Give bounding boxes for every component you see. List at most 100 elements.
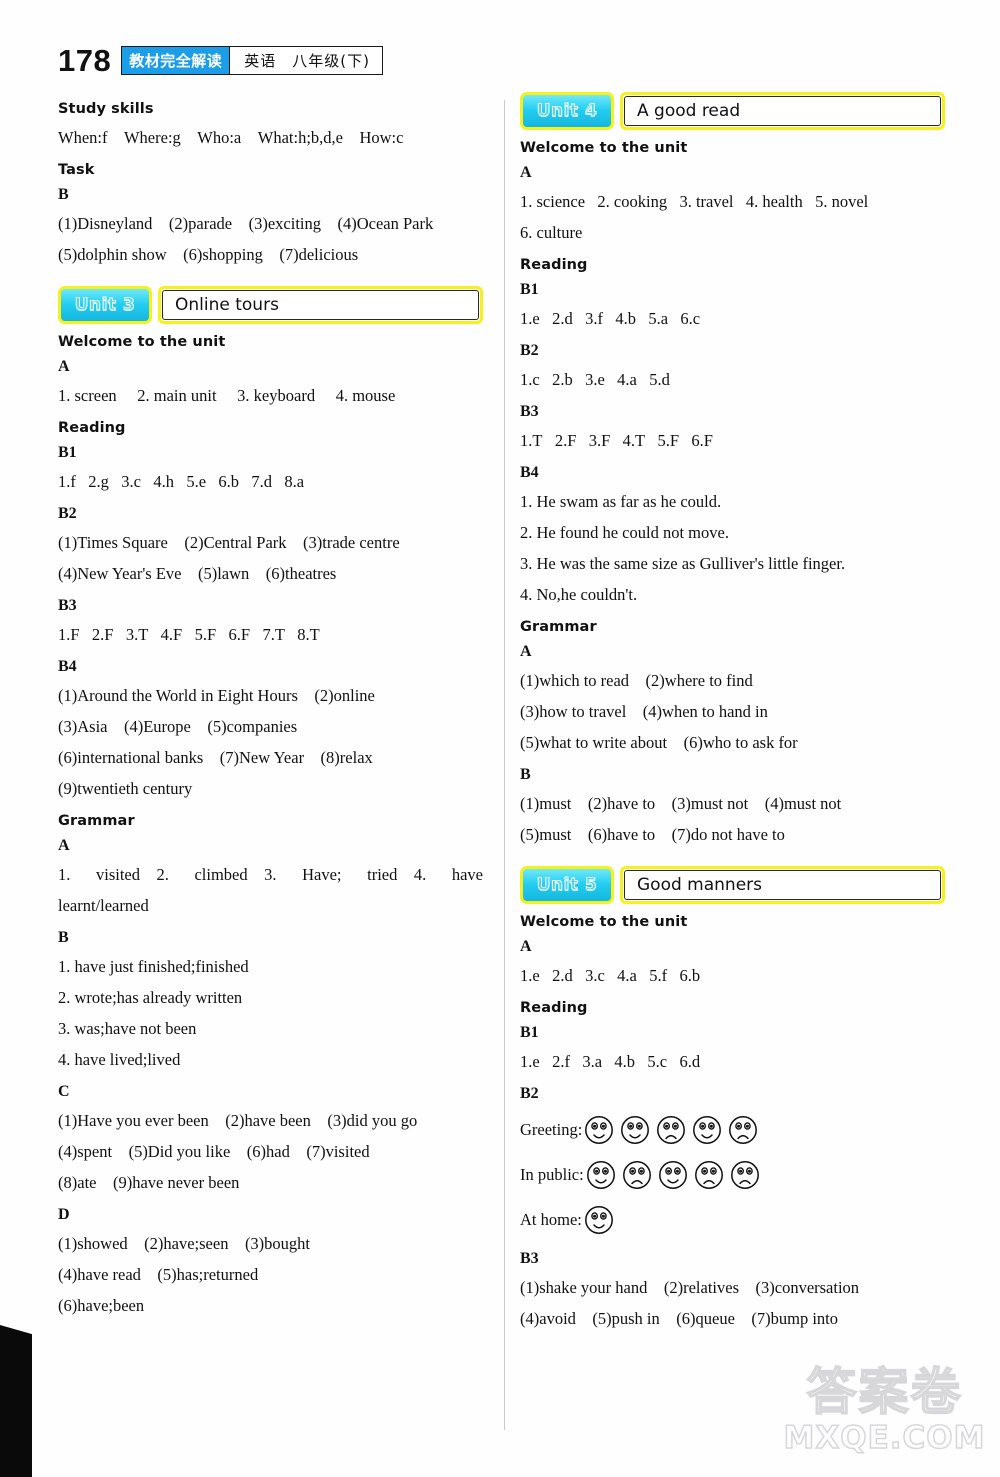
unit4-title-box: A good read: [620, 92, 945, 130]
unit3-badge: Unit 3: [58, 286, 152, 324]
face-group: [586, 1160, 760, 1190]
unit4-b4-line: 4. No,he couldn't.: [520, 585, 638, 604]
heading-study-skills: Study skills: [58, 101, 154, 117]
unit3-b4-line: (3)Asia (4)Europe (5)companies: [58, 717, 298, 736]
happy-face-icon: [586, 1160, 615, 1189]
unit3-grammar-b-line: 4. have lived;lived: [58, 1050, 181, 1069]
unit3-grammar-c-line: (1)Have you ever been (2)have been (3)di…: [58, 1111, 418, 1130]
unit3-b4-label: B4: [58, 658, 77, 675]
unit5-welcome-heading: Welcome to the unit: [520, 914, 688, 930]
page-header: 178 教材完全解读 英语 八年级(下): [58, 45, 383, 76]
series-tag: 教材完全解读: [122, 47, 230, 74]
unit5-title-label: Good manners: [637, 875, 763, 895]
unit4-b1-label: B1: [520, 281, 539, 298]
happy-face-icon: [621, 1115, 650, 1144]
unit3-grammar-b-line: 1. have just finished;finished: [58, 957, 249, 976]
watermark: 答案卷 MXQE.COM: [777, 1366, 992, 1467]
unit3-grammar-b-line: 3. was;have not been: [58, 1019, 197, 1038]
unit5-reading-heading: Reading: [520, 1000, 588, 1016]
unit5-b3-line: (4)avoid (5)push in (6)queue (7)bump int…: [520, 1309, 839, 1328]
unit5-badge-label: Unit 5: [536, 875, 598, 896]
unit4-badge: Unit 4: [520, 92, 614, 130]
unit4-b1-answers: 1.e 2.d 3.f 4.b 5.a 6.c: [520, 309, 701, 328]
unit4-b4-line: 2. He found he could not move.: [520, 523, 729, 542]
unit3-grammar-c-label: C: [58, 1083, 70, 1100]
unit5-b3-label: B3: [520, 1250, 539, 1267]
unit3-b2-line: (1)Times Square (2)Central Park (3)trade…: [58, 533, 400, 552]
unit4-b4-label: B4: [520, 464, 539, 481]
unit4-reading-heading: Reading: [520, 257, 588, 273]
unit3-grammar-c-line: (4)spent (5)Did you like (6)had (7)visit…: [58, 1142, 370, 1161]
book-title-box: 教材完全解读 英语 八年级(下): [121, 46, 383, 75]
face-row-label: At home:: [520, 1209, 582, 1229]
face-row-label: Greeting:: [520, 1119, 583, 1139]
unit3-b4-line: (9)twentieth century: [58, 779, 193, 798]
face-group: [584, 1115, 758, 1145]
unit5-b1-label: B1: [520, 1024, 539, 1041]
unit4-b2-label: B2: [520, 342, 539, 359]
unit4-b4-line: 3. He was the same size as Gulliver's li…: [520, 554, 846, 573]
unit3-b4-line: (6)international banks (7)New Year (8)re…: [58, 748, 373, 767]
unit3-grammar-a-label: A: [58, 837, 70, 854]
unit3-grammar-c-line: (8)ate (9)have never been: [58, 1173, 240, 1192]
sad-face-icon: [622, 1160, 651, 1189]
unit3-grammar-d-line: (4)have read (5)has;returned: [58, 1265, 259, 1284]
unit4-grammar-a-line: (3)how to travel (4)when to hand in: [520, 702, 768, 721]
unit4-b4-line: 1. He swam as far as he could.: [520, 492, 722, 511]
face-row: Greeting:: [520, 1107, 945, 1152]
unit4-welcome-sub: A: [520, 164, 532, 181]
unit3-reading-heading: Reading: [58, 420, 126, 436]
heading-task: Task: [58, 162, 95, 178]
unit3-grammar-b-line: 2. wrote;has already written: [58, 988, 243, 1007]
face-row: In public:: [520, 1152, 945, 1197]
unit4-title-label: A good read: [637, 101, 741, 121]
task-line: (5)dolphin show (6)shopping (7)delicious: [58, 245, 359, 264]
sad-face-icon: [694, 1160, 723, 1189]
unit5-b2-face-chart: Greeting: In public: At home:: [520, 1107, 945, 1242]
watermark-site: MXQE.COM: [783, 1420, 986, 1456]
task-line: (1)Disneyland (2)parade (3)exciting (4)O…: [58, 214, 434, 233]
unit5-welcome-sub: A: [520, 938, 532, 955]
scan-edge-artifact: [0, 1325, 32, 1477]
unit3-grammar-a-line: learnt/learned: [58, 896, 149, 915]
left-column: Study skills When:f Where:g Who:a What:h…: [58, 92, 483, 1321]
unit3-grammar-b-label: B: [58, 929, 69, 946]
page-number: 178: [58, 43, 112, 78]
sad-face-icon: [729, 1115, 758, 1144]
sad-face-icon: [657, 1115, 686, 1144]
right-column: Unit 4 A good read Welcome to the unit A…: [520, 92, 945, 1334]
unit5-b3-line: (1)shake your hand (2)relatives (3)conve…: [520, 1278, 860, 1297]
subject-grade: 英语 八年级(下): [229, 47, 382, 74]
unit3-grammar-heading: Grammar: [58, 813, 135, 829]
unit3-welcome-answers: 1. screen 2. main unit 3. keyboard 4. mo…: [58, 386, 396, 405]
unit4-welcome-heading: Welcome to the unit: [520, 140, 688, 156]
unit4-b3-label: B3: [520, 403, 539, 420]
unit3-badge-label: Unit 3: [74, 295, 136, 316]
happy-face-icon: [585, 1115, 614, 1144]
unit3-b3-answers: 1.F 2.F 3.T 4.F 5.F 6.F 7.T 8.T: [58, 625, 320, 644]
unit4-welcome-line: 1. science 2. cooking 3. travel 4. healt…: [520, 192, 869, 211]
unit5-b2-label: B2: [520, 1085, 539, 1102]
unit3-b2-line: (4)New Year's Eve (5)lawn (6)theatres: [58, 564, 337, 583]
unit4-grammar-a-label: A: [520, 643, 532, 660]
unit4-grammar-b-line: (5)must (6)have to (7)do not have to: [520, 825, 785, 844]
face-row: At home:: [520, 1197, 945, 1242]
unit5-b1-answers: 1.e 2.f 3.a 4.b 5.c 6.d: [520, 1052, 701, 1071]
unit3-welcome-sub: A: [58, 358, 70, 375]
unit3-welcome-heading: Welcome to the unit: [58, 334, 226, 350]
unit3-title-label: Online tours: [175, 295, 279, 315]
unit3-b1-label: B1: [58, 444, 77, 461]
happy-face-icon: [584, 1205, 613, 1234]
unit4-grammar-b-line: (1)must (2)have to (3)must not (4)must n…: [520, 794, 842, 813]
unit4-grammar-a-line: (5)what to write about (6)who to ask for: [520, 733, 798, 752]
task-sub-b: B: [58, 186, 69, 203]
unit5-welcome-answers: 1.e 2.d 3.c 4.a 5.f 6.b: [520, 966, 701, 985]
unit4-badge-label: Unit 4: [536, 101, 598, 122]
unit3-b3-label: B3: [58, 597, 77, 614]
unit4-b2-answers: 1.c 2.b 3.e 4.a 5.d: [520, 370, 670, 389]
happy-face-icon: [658, 1160, 687, 1189]
unit3-b4-line: (1)Around the World in Eight Hours (2)on…: [58, 686, 375, 705]
unit5-banner: Unit 5 Good manners: [520, 866, 945, 904]
study-skills-answers: When:f Where:g Who:a What:h;b,d,e How:c: [58, 128, 404, 147]
unit3-grammar-a-line: 1. visited 2. climbed 3. Have; tried 4. …: [58, 865, 483, 884]
